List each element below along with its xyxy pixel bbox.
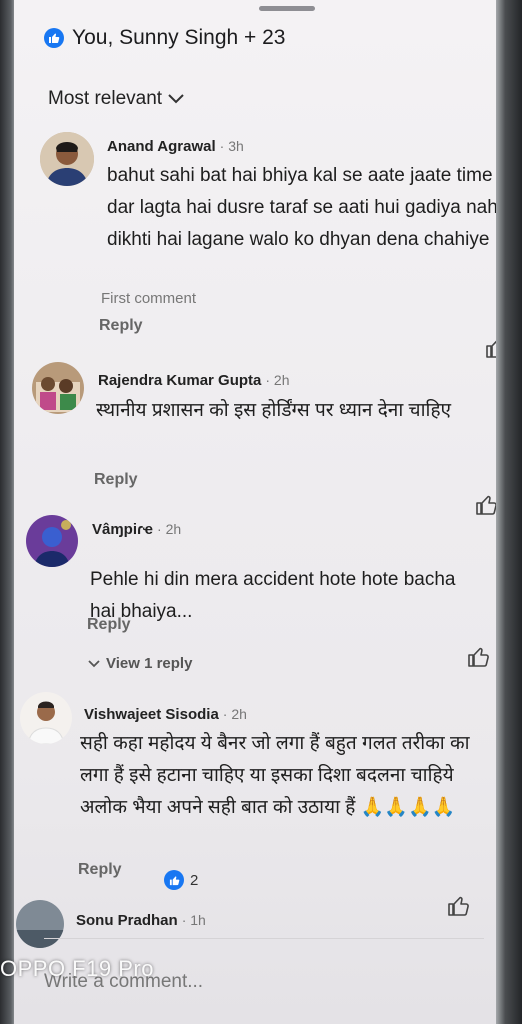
view-replies-label: View 1 reply xyxy=(106,655,193,672)
comment-time: · 1h xyxy=(181,912,206,928)
like-icon[interactable] xyxy=(446,894,472,918)
avatar[interactable] xyxy=(16,900,64,948)
reactions-summary[interactable]: You, Sunny Singh + 23 xyxy=(44,26,286,50)
comment-author[interactable]: Vishwajeet Sisodia xyxy=(84,706,219,723)
reply-button[interactable]: Reply xyxy=(87,616,131,634)
comment-author[interactable]: Vâɱpiɾҽ xyxy=(92,521,153,538)
like-reaction-icon xyxy=(164,870,184,890)
comment-time: · 3h xyxy=(219,138,244,154)
first-comment-label: First comment xyxy=(101,290,197,307)
avatar[interactable] xyxy=(32,362,84,414)
comment-time: · 2h xyxy=(265,372,290,388)
comments-sheet: You, Sunny Singh + 23 Most relevant Anan… xyxy=(14,0,496,1024)
chevron-down-icon xyxy=(168,94,184,104)
comment-text: Pehle hi din mera accident hote hote bac… xyxy=(90,569,456,622)
reply-button[interactable]: Reply xyxy=(99,317,143,335)
reply-button[interactable]: Reply xyxy=(78,861,122,879)
comment-time: · 2h xyxy=(157,521,182,537)
like-reaction-icon xyxy=(44,28,64,48)
reply-button[interactable]: Reply xyxy=(94,471,138,489)
like-icon[interactable] xyxy=(484,336,496,360)
comment-author[interactable]: Sonu Pradhan xyxy=(76,912,178,929)
phone-bezel-right xyxy=(494,0,522,1024)
like-icon[interactable] xyxy=(474,493,496,517)
sort-label: Most relevant xyxy=(48,88,163,109)
comment-author[interactable]: Rajendra Kumar Gupta xyxy=(98,372,261,389)
avatar[interactable] xyxy=(26,515,78,567)
comment-text: सही कहा महोदय ये बैनर जो लगा हैं बहुत गल… xyxy=(80,733,470,818)
avatar[interactable] xyxy=(40,132,94,186)
composer-divider xyxy=(44,938,484,939)
reaction-count[interactable]: 2 xyxy=(164,870,198,890)
chevron-down-icon xyxy=(88,659,100,667)
view-replies-button[interactable]: View 1 reply xyxy=(88,655,192,672)
comment-time: · 2h xyxy=(222,706,247,722)
camera-watermark: OPPO F19 Pro xyxy=(0,956,154,981)
comment-text: bahut sahi bat hai bhiya kal se aate jaa… xyxy=(107,165,496,250)
drag-handle[interactable] xyxy=(259,6,315,11)
comment-author[interactable]: Anand Agrawal xyxy=(107,138,216,155)
sort-dropdown[interactable]: Most relevant xyxy=(48,88,184,110)
comment-text: स्थानीय प्रशासन को इस होर्डिंग्स पर ध्या… xyxy=(96,400,452,421)
like-icon[interactable] xyxy=(466,645,492,669)
reactions-text: You, Sunny Singh + 23 xyxy=(72,26,286,49)
reaction-count-value: 2 xyxy=(190,871,199,889)
avatar[interactable] xyxy=(20,692,72,744)
